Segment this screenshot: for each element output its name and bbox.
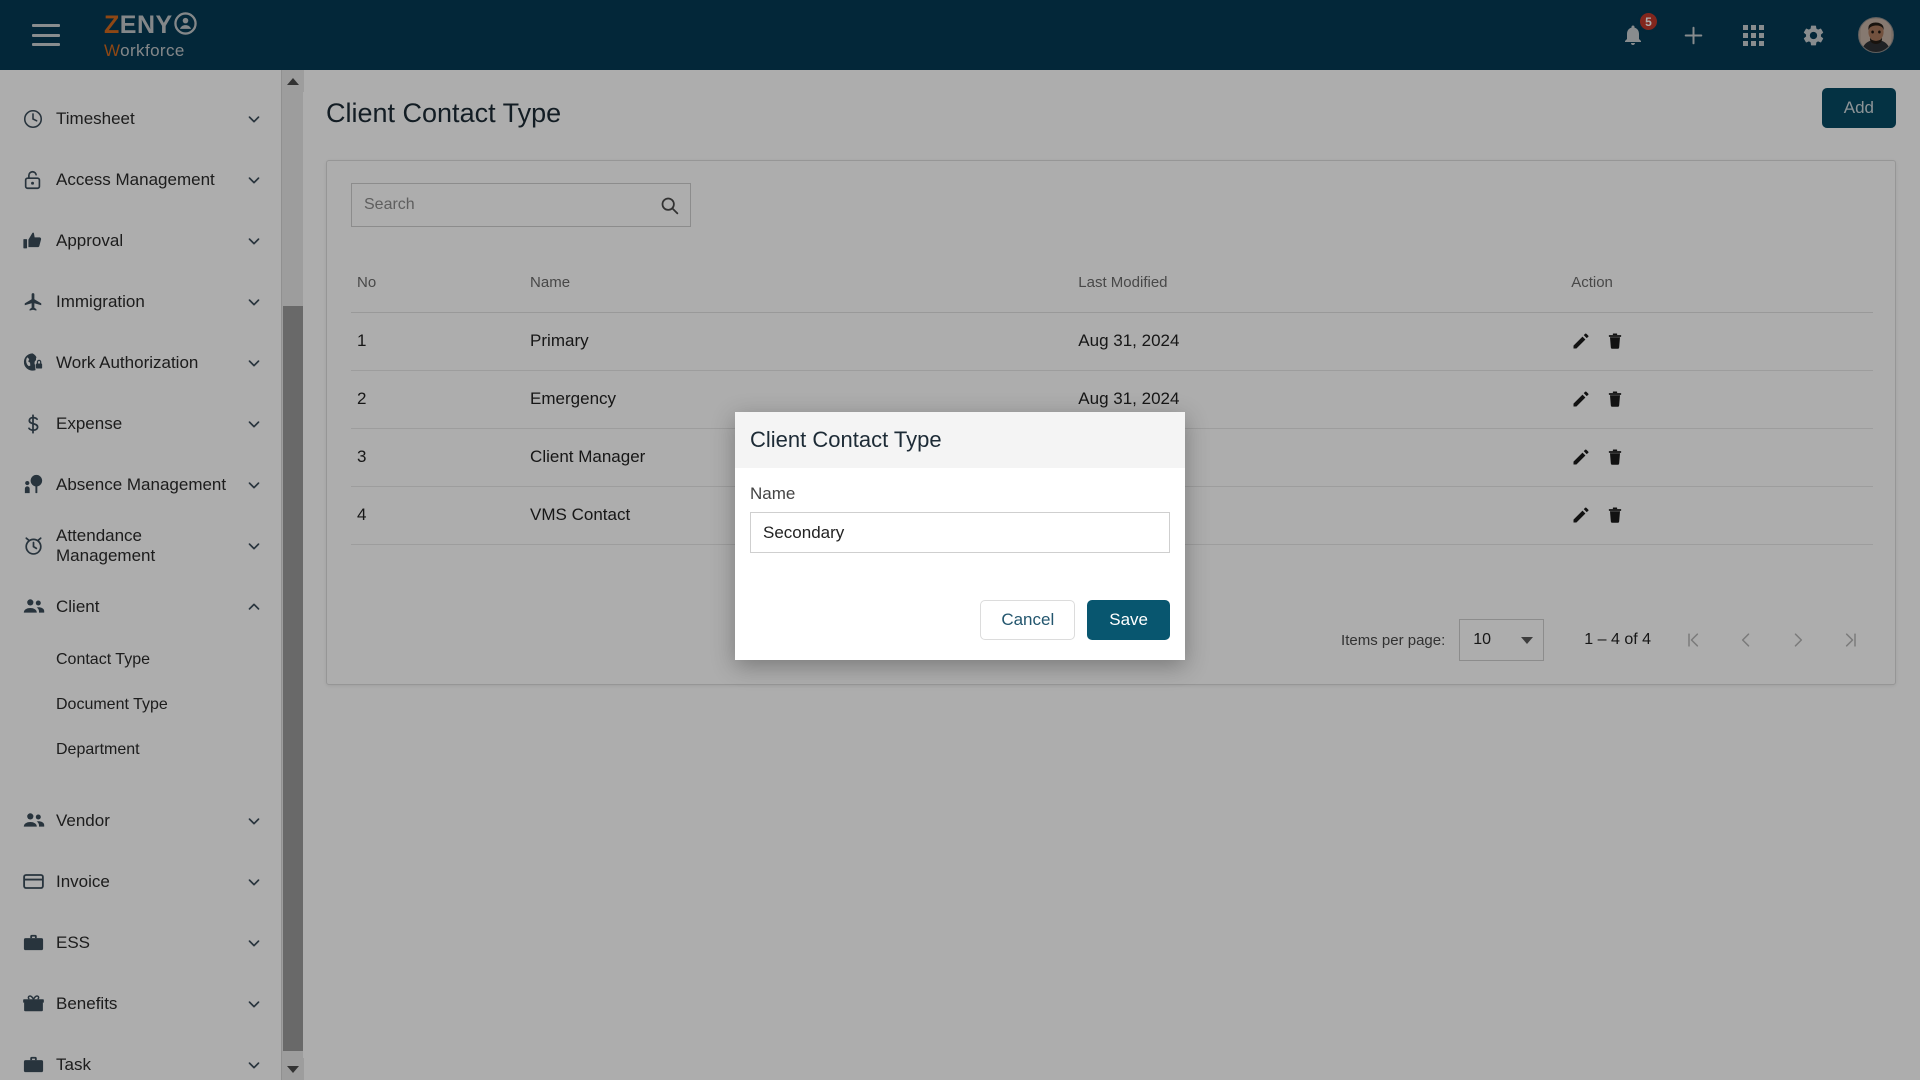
dialog-header: Client Contact Type xyxy=(735,412,1185,468)
name-input[interactable] xyxy=(750,512,1170,553)
dialog-title: Client Contact Type xyxy=(750,427,942,452)
client-contact-type-dialog: Client Contact Type Name Cancel Save xyxy=(735,412,1185,660)
dialog-actions: Cancel Save xyxy=(980,600,1170,640)
save-button[interactable]: Save xyxy=(1087,600,1170,640)
name-field-label: Name xyxy=(750,484,796,503)
app-root: Z ENY Workforce 5 Timesheet Access Manag… xyxy=(0,0,1920,1080)
dialog-body: Name xyxy=(735,468,1185,553)
cancel-button[interactable]: Cancel xyxy=(980,600,1076,640)
